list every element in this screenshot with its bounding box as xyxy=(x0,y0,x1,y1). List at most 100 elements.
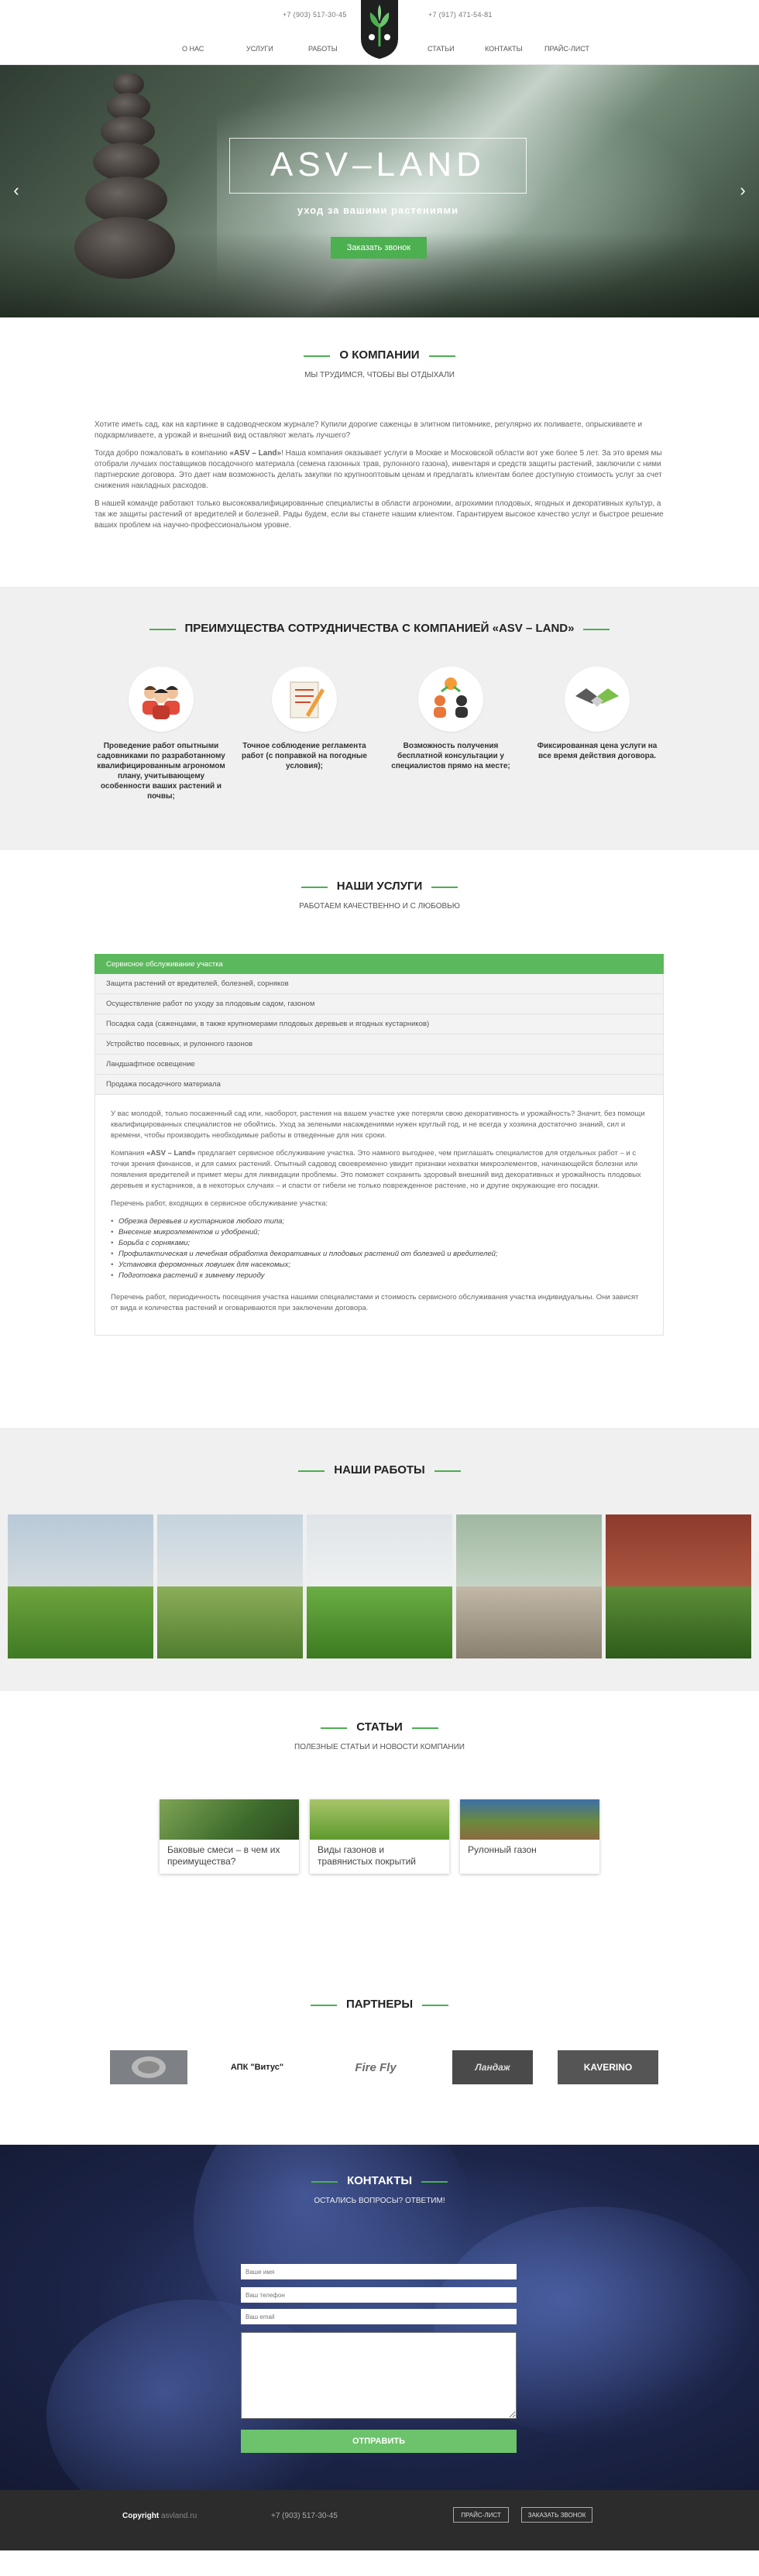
copyright: Copyright asvland.ru xyxy=(122,2512,197,2520)
service-tab[interactable]: Защита растений от вредителей, болезней,… xyxy=(94,974,664,994)
article-card[interactable]: Виды газонов и травянистых покрытий xyxy=(310,1799,449,1874)
article-image xyxy=(160,1799,299,1840)
contacts-title: КОНТАКТЫ xyxy=(311,2174,448,2187)
nav-item-services[interactable]: УСЛУГИ xyxy=(246,45,273,53)
site-header: +7 (903) 517-30-45 +7 (917) 471-54-81 О … xyxy=(0,0,759,65)
services-accordion: Сервисное обслуживание участка Защита ра… xyxy=(94,954,664,1336)
contacts-subtitle: ОСТАЛИСЬ ВОПРОСЫ? ОТВЕТИМ! xyxy=(314,2197,445,2205)
about-text: Хотите иметь сад, как на картинке в садо… xyxy=(94,420,665,538)
service-text-part: Компания xyxy=(111,1149,147,1158)
about-heading: О КОМПАНИИ МЫ ТРУДИМСЯ, ЧТОБЫ ВЫ ОТДЫХАЛ… xyxy=(0,348,759,379)
nav-item-works[interactable]: РАБОТЫ xyxy=(308,45,338,53)
articles-section: СТАТЬИ ПОЛЕЗНЫЕ СТАТЬИ И НОВОСТИ КОМПАНИ… xyxy=(0,1691,759,1965)
phone-field[interactable] xyxy=(241,2287,517,2303)
article-card[interactable]: Баковые смеси – в чем их преимущества? xyxy=(160,1799,299,1874)
name-field[interactable] xyxy=(241,2264,517,2279)
work-photo[interactable] xyxy=(8,1514,153,1658)
partner-logo[interactable]: KAVERINO xyxy=(558,2050,658,2084)
nav-item-articles[interactable]: СТАТЬИ xyxy=(428,45,455,53)
service-tab[interactable]: Посадка сада (саженцами, в также крупном… xyxy=(94,1014,664,1034)
team-icon xyxy=(129,667,194,732)
brand-name: «ASV – Land» xyxy=(229,449,282,458)
copyright-site[interactable]: asvland.ru xyxy=(161,2512,197,2520)
price-list-button[interactable]: ПРАЙС-ЛИСТ xyxy=(453,2507,509,2523)
service-tab[interactable]: Ландшафтное освещение xyxy=(94,1055,664,1075)
articles-title: СТАТЬИ xyxy=(321,1720,438,1734)
nav-item-price[interactable]: ПРАЙС-ЛИСТ xyxy=(544,45,589,53)
work-photo[interactable] xyxy=(456,1514,602,1658)
about-section: О КОМПАНИИ МЫ ТРУДИМСЯ, ЧТОБЫ ВЫ ОТДЫХАЛ… xyxy=(0,317,759,587)
nav-item-about[interactable]: О НАС xyxy=(182,45,204,53)
email-field[interactable] xyxy=(241,2309,517,2324)
service-paragraph: Компания «ASV – Land» предлагает сервисн… xyxy=(111,1148,647,1192)
works-title: НАШИ РАБОТЫ xyxy=(298,1463,461,1477)
advantages-heading: ПРЕИМУЩЕСТВА СОТРУДНИЧЕСТВА С КОМПАНИЕЙ … xyxy=(0,622,759,635)
hero-stone xyxy=(85,177,167,223)
list-item: Обрезка деревьев и кустарников любого ти… xyxy=(111,1216,647,1227)
message-field[interactable] xyxy=(241,2332,517,2419)
service-tab[interactable]: Осуществление работ по уходу за плодовым… xyxy=(94,994,664,1014)
consultation-icon xyxy=(418,667,483,732)
hero-stone xyxy=(93,142,160,181)
phone-right[interactable]: +7 (917) 471-54-81 xyxy=(428,11,493,19)
article-title[interactable]: Виды газонов и травянистых покрытий xyxy=(318,1844,441,1868)
handshake-icon xyxy=(565,667,630,732)
work-photo[interactable] xyxy=(157,1514,303,1658)
articles-heading: СТАТЬИ ПОЛЕЗНЫЕ СТАТЬИ И НОВОСТИ КОМПАНИ… xyxy=(0,1720,759,1751)
partner-logo[interactable]: Ландаж xyxy=(452,2050,533,2084)
about-title: О КОМПАНИИ xyxy=(304,348,455,362)
hero-subtitle: уход за вашими растениями xyxy=(297,204,459,216)
services-heading: НАШИ УСЛУГИ РАБОТАЕМ КАЧЕСТВЕННО И С ЛЮБ… xyxy=(0,880,759,911)
advantages-title: ПРЕИМУЩЕСТВА СОТРУДНИЧЕСТВА С КОМПАНИЕЙ … xyxy=(149,622,610,635)
order-call-button[interactable]: Заказать звонок xyxy=(331,237,427,259)
checklist-icon xyxy=(272,667,337,732)
service-tab[interactable]: Устройство посевных, и рулонного газонов xyxy=(94,1034,664,1055)
about-paragraph: Хотите иметь сад, как на картинке в садо… xyxy=(94,420,643,440)
work-photo[interactable] xyxy=(606,1514,751,1658)
phone-left[interactable]: +7 (903) 517-30-45 xyxy=(283,11,347,19)
list-item: Профилактическая и лечебная обработка де… xyxy=(111,1249,647,1260)
partner-logo[interactable]: Fire Fly xyxy=(341,2050,410,2084)
service-paragraph: Перечень работ, периодичность посещения … xyxy=(111,1293,639,1312)
service-tab[interactable]: Сервисное обслуживание участка xyxy=(94,954,664,974)
advantage-item: Фиксированная цена услуги на все время д… xyxy=(531,667,663,761)
article-image xyxy=(310,1799,449,1840)
about-text-part: Тогда добро пожаловать в компанию xyxy=(94,449,230,458)
services-title: НАШИ УСЛУГИ xyxy=(301,880,458,893)
works-heading: НАШИ РАБОТЫ xyxy=(0,1463,759,1477)
advantage-text: Возможность получения бесплатной консуль… xyxy=(391,742,510,770)
list-item: Установка феромонных ловушек для насеком… xyxy=(111,1260,647,1271)
work-photo[interactable] xyxy=(307,1514,452,1658)
hero-title: ASV–LAND xyxy=(270,146,486,184)
advantage-item: Возможность получения бесплатной консуль… xyxy=(385,667,517,771)
brand-name: «ASV – Land» xyxy=(146,1149,196,1158)
slider-prev-icon[interactable]: ‹ xyxy=(11,181,22,200)
footer-phone[interactable]: +7 (903) 517-30-45 xyxy=(271,2512,338,2520)
works-section: НАШИ РАБОТЫ xyxy=(0,1428,759,1691)
partner-emblem-icon xyxy=(132,2056,166,2078)
site-footer: Copyright asvland.ru +7 (903) 517-30-45 … xyxy=(0,2490,759,2550)
contacts-heading: КОНТАКТЫ ОСТАЛИСЬ ВОПРОСЫ? ОТВЕТИМ! xyxy=(0,2174,759,2205)
advantage-text: Точное соблюдение регламента работ (с по… xyxy=(242,742,367,770)
partner-logo[interactable]: АПК "Витус" xyxy=(218,2050,296,2084)
article-title[interactable]: Баковые смеси – в чем их преимущества? xyxy=(167,1844,291,1868)
service-paragraph: Перечень работ, входящих в сервисное обс… xyxy=(111,1199,328,1208)
partner-logo[interactable] xyxy=(110,2050,187,2084)
slider-next-icon[interactable]: › xyxy=(737,181,748,200)
list-item: Подготовка растений к зимнему периоду xyxy=(111,1271,647,1281)
list-item: Борьба с сорняками; xyxy=(111,1238,647,1249)
footer-call-button[interactable]: ЗАКАЗАТЬ ЗВОНОК xyxy=(521,2507,592,2523)
article-card[interactable]: Рулонный газон xyxy=(460,1799,599,1874)
submit-button[interactable]: ОТПРАВИТЬ xyxy=(241,2430,517,2453)
advantage-item: Точное соблюдение регламента работ (с по… xyxy=(239,667,370,771)
nav-item-contacts[interactable]: КОНТАКТЫ xyxy=(485,45,523,53)
service-tab[interactable]: Продажа посадочного материала xyxy=(94,1075,664,1095)
service-description: У вас молодой, только посаженный сад или… xyxy=(94,1095,664,1336)
service-paragraph: У вас молодой, только посаженный сад или… xyxy=(111,1110,645,1140)
about-paragraph: Тогда добро пожаловать в компанию «ASV –… xyxy=(94,448,665,492)
about-subtitle: МЫ ТРУДИМСЯ, ЧТОБЫ ВЫ ОТДЫХАЛИ xyxy=(304,371,455,379)
contacts-section: КОНТАКТЫ ОСТАЛИСЬ ВОПРОСЫ? ОТВЕТИМ! ОТПР… xyxy=(0,2145,759,2490)
advantage-text: Фиксированная цена услуги на все время д… xyxy=(537,742,658,760)
partners-section: ПАРТНЕРЫ АПК "Витус" Fire Fly Ландаж KAV… xyxy=(0,1965,759,2145)
article-title[interactable]: Рулонный газон xyxy=(468,1844,592,1856)
